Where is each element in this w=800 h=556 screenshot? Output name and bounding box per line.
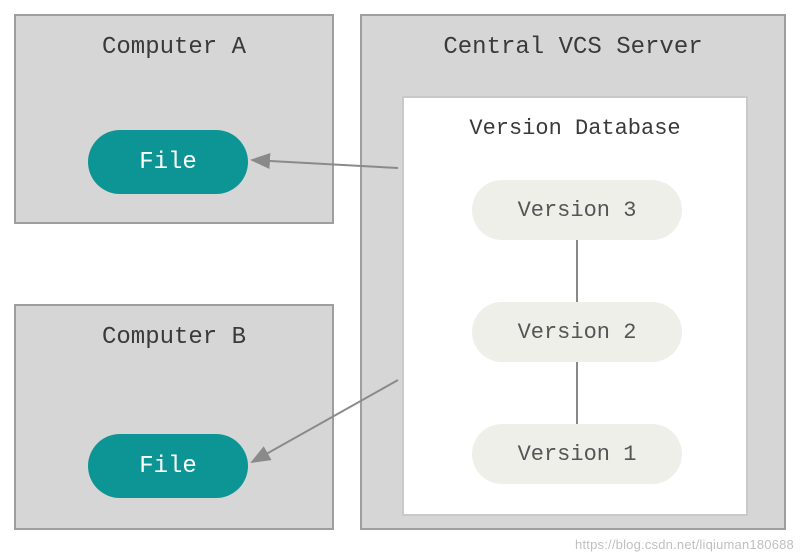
computer-b-box: Computer B File: [14, 304, 334, 530]
version-connector-line: [576, 240, 578, 302]
server-title: Central VCS Server: [362, 16, 784, 61]
version-1-pill: Version 1: [472, 424, 682, 484]
version-database-title: Version Database: [404, 98, 746, 141]
computer-b-title: Computer B: [16, 306, 332, 351]
version-1-label: Version 1: [518, 442, 637, 467]
version-3-label: Version 3: [518, 198, 637, 223]
version-database-panel: Version Database Version 3 Version 2 Ver…: [402, 96, 748, 516]
computer-b-file-label: File: [139, 453, 197, 480]
computer-a-file-label: File: [139, 149, 197, 176]
version-2-pill: Version 2: [472, 302, 682, 362]
server-box: Central VCS Server Version Database Vers…: [360, 14, 786, 530]
computer-a-file-pill: File: [88, 130, 248, 194]
computer-a-title: Computer A: [16, 16, 332, 61]
version-2-label: Version 2: [518, 320, 637, 345]
version-3-pill: Version 3: [472, 180, 682, 240]
computer-b-file-pill: File: [88, 434, 248, 498]
watermark-text: https://blog.csdn.net/liqiuman180688: [575, 537, 794, 552]
version-connector-line: [576, 362, 578, 424]
computer-a-box: Computer A File: [14, 14, 334, 224]
